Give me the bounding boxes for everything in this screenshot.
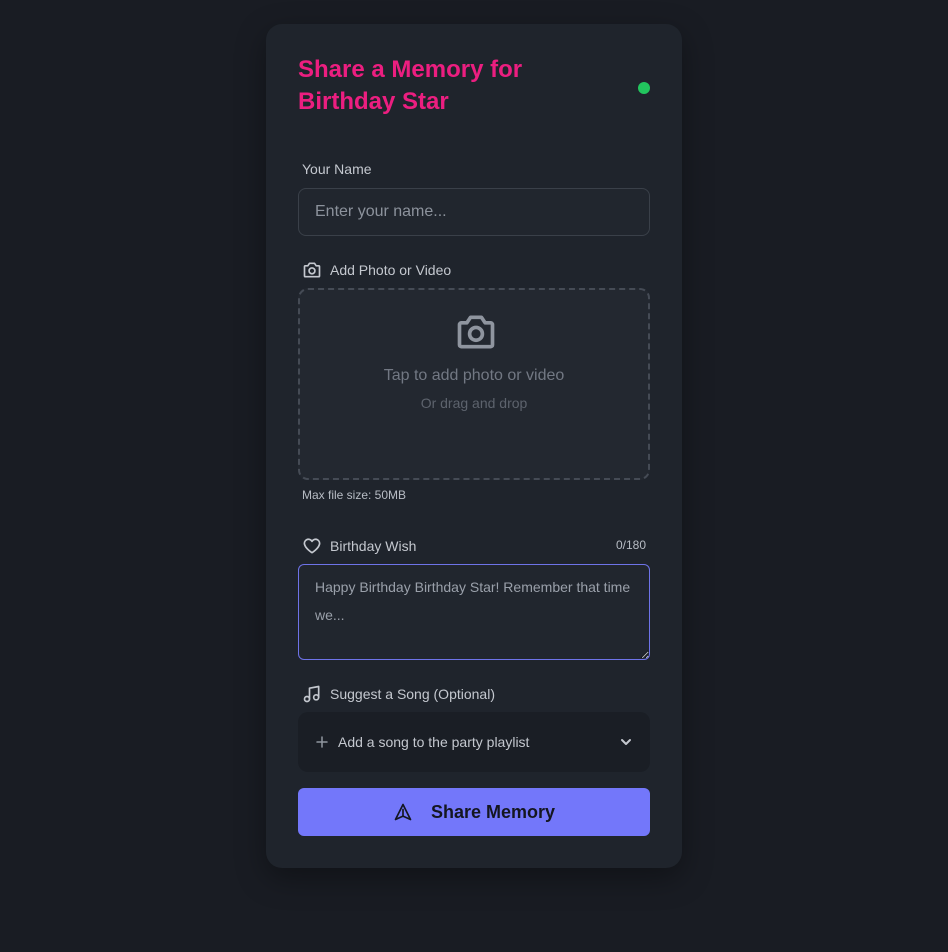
memory-form-card: Share a Memory for Birthday Star Your Na… [266, 24, 682, 868]
song-label: Suggest a Song (Optional) [302, 684, 495, 704]
camera-icon [454, 310, 498, 354]
status-dot [638, 82, 650, 94]
name-label-text: Your Name [302, 161, 372, 177]
share-memory-button[interactable]: Share Memory [298, 788, 650, 836]
wish-label: Birthday Wish [302, 536, 416, 556]
send-icon [393, 802, 413, 822]
media-dropzone[interactable]: Tap to add photo or video Or drag and dr… [298, 288, 650, 480]
dropzone-main-text: Tap to add photo or video [383, 367, 565, 384]
name-input[interactable] [298, 188, 650, 236]
wish-char-counter: 0/180 [615, 538, 646, 552]
chevron-down-icon [618, 734, 634, 750]
song-label-text: Suggest a Song (Optional) [330, 686, 495, 702]
birthday-wish-textarea[interactable] [298, 564, 650, 660]
music-note-icon [302, 684, 322, 704]
form-title: Share a Memory for Birthday Star [298, 56, 523, 115]
wish-label-text: Birthday Wish [330, 538, 417, 554]
share-memory-label: Share Memory [430, 801, 556, 822]
song-placeholder-text: Add a song to the party playlist [338, 734, 530, 750]
song-suggest-dropdown[interactable]: Add a song to the party playlist [298, 712, 650, 772]
max-file-size: Max file size: 50MB [302, 488, 407, 502]
dropzone-sub-text: Or drag and drop [420, 395, 528, 411]
media-label-text: Add Photo or Video [330, 262, 452, 278]
camera-icon [302, 260, 322, 280]
plus-icon [314, 734, 330, 750]
media-label: Add Photo or Video [302, 260, 451, 280]
name-label: Your Name [302, 160, 372, 178]
heart-icon [302, 536, 322, 556]
